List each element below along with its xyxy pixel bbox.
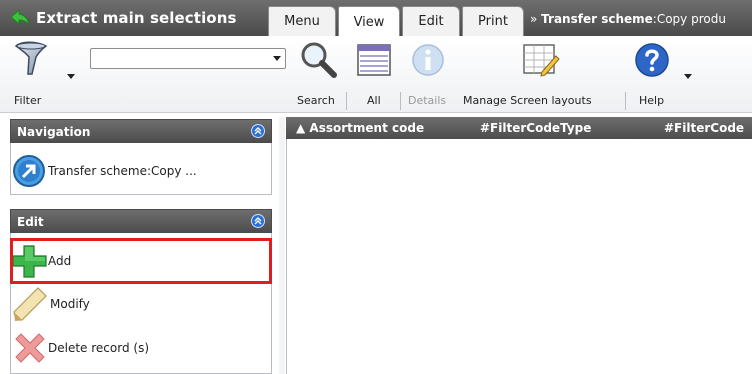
- info-icon: [410, 44, 446, 81]
- tab-view[interactable]: View: [338, 6, 400, 36]
- delete-button[interactable]: Delete record (s): [12, 330, 149, 366]
- help-button[interactable]: [634, 42, 670, 81]
- filter-label: Filter: [14, 94, 42, 107]
- separator: [346, 92, 347, 110]
- search-label: Search: [297, 94, 335, 107]
- grid-body[interactable]: [286, 139, 752, 374]
- manage-layouts-button[interactable]: [520, 42, 560, 81]
- search-button[interactable]: [296, 40, 340, 83]
- breadcrumb-prefix: »: [530, 12, 538, 26]
- all-button[interactable]: [354, 42, 394, 81]
- search-icon: [296, 42, 340, 83]
- breadcrumb-rest: :Copy produ: [652, 12, 726, 26]
- chevron-down-icon[interactable]: [273, 56, 281, 61]
- pencil-icon: [12, 286, 50, 322]
- tab-print[interactable]: Print: [462, 6, 524, 36]
- column-label: Assortment code: [309, 121, 425, 135]
- navigation-header[interactable]: Navigation: [10, 119, 272, 143]
- filter-select[interactable]: [90, 48, 286, 69]
- tab-edit[interactable]: Edit: [402, 6, 460, 36]
- column-filter-code-type[interactable]: #FilterCodeType: [480, 121, 591, 135]
- modify-label: Modify: [50, 297, 90, 311]
- back-arrow-icon[interactable]: [10, 9, 30, 27]
- delete-x-icon: [12, 330, 48, 366]
- app-title: Extract main selections: [10, 9, 237, 27]
- delete-label: Delete record (s): [48, 341, 150, 355]
- filter-funnel-icon: [12, 41, 56, 83]
- modify-button[interactable]: Modify: [12, 286, 90, 322]
- separator: [625, 92, 626, 110]
- list-all-icon: [354, 44, 394, 81]
- tab-menu[interactable]: Menu: [268, 6, 336, 36]
- grid-header: ▲ Assortment code #FilterCodeType #Filte…: [286, 117, 752, 139]
- add-highlight-box: [10, 238, 272, 284]
- panel-splitter[interactable]: [279, 117, 285, 374]
- edit-header-label: Edit: [17, 215, 44, 229]
- column-filter-code[interactable]: #FilterCode: [664, 121, 744, 135]
- filter-dropdown-arrow-icon[interactable]: [67, 74, 75, 79]
- help-icon: [634, 43, 670, 81]
- details-label: Details: [408, 94, 447, 107]
- filter-button[interactable]: [12, 40, 56, 83]
- window-title: Extract main selections: [36, 9, 237, 27]
- nav-item-transfer-scheme[interactable]: Transfer scheme:Copy ...: [12, 154, 197, 188]
- nav-item-label: Transfer scheme:Copy ...: [48, 164, 197, 178]
- help-dropdown-arrow-icon[interactable]: [684, 74, 692, 79]
- help-label: Help: [639, 94, 665, 107]
- layout-edit-icon: [520, 44, 560, 81]
- details-button[interactable]: [410, 42, 446, 81]
- separator: [400, 92, 401, 110]
- breadcrumb-bold: Transfer scheme: [541, 12, 653, 26]
- all-label: All: [367, 94, 381, 107]
- edit-header[interactable]: Edit: [10, 209, 272, 233]
- column-assortment-code[interactable]: ▲ Assortment code: [296, 121, 424, 135]
- title-bar: Extract main selections Menu View Edit P…: [0, 0, 752, 36]
- collapse-up-icon[interactable]: [251, 214, 265, 228]
- manage-layouts-label: Manage Screen layouts: [463, 94, 592, 107]
- sort-ascending-icon: ▲: [296, 121, 306, 135]
- navigation-header-label: Navigation: [17, 125, 91, 139]
- breadcrumb: » Transfer scheme:Copy produ: [530, 12, 726, 26]
- toolbar: Filter Search All Details Manage Screen …: [0, 36, 752, 113]
- collapse-up-icon[interactable]: [251, 124, 265, 138]
- arrow-circle-icon: [12, 154, 46, 188]
